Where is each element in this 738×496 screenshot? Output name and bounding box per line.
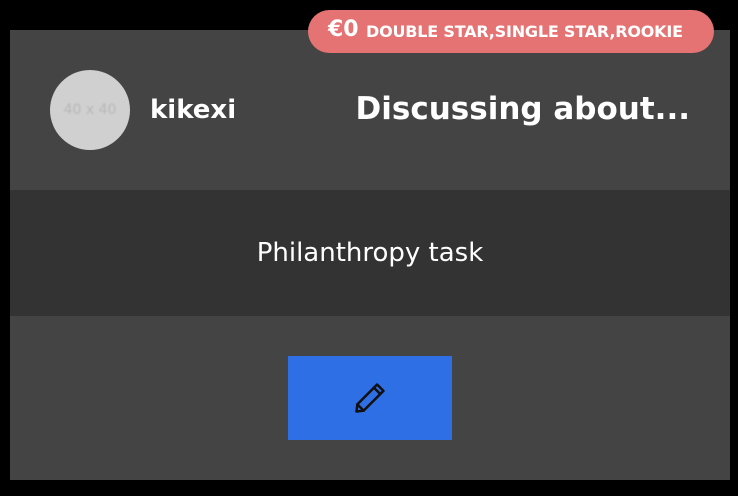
- task-band: Philanthropy task: [10, 190, 730, 316]
- task-name: Philanthropy task: [256, 238, 484, 268]
- reward-amount: €0: [328, 17, 359, 42]
- avatar-placeholder-text: 40 x 40: [63, 102, 117, 118]
- reward-badge: €0 DOUBLE STAR,SINGLE STAR,ROOKIE: [308, 10, 714, 53]
- edit-button[interactable]: [288, 356, 452, 440]
- reward-levels: DOUBLE STAR,SINGLE STAR,ROOKIE: [366, 22, 683, 41]
- avatar: 40 x 40: [50, 70, 130, 150]
- pencil-icon: [355, 383, 385, 413]
- username: kikexi: [150, 95, 237, 125]
- card-header: 40 x 40 kikexi Discussing about...: [10, 30, 730, 190]
- discussion-card: 40 x 40 kikexi Discussing about... Phila…: [10, 30, 730, 480]
- discussion-title: Discussing about...: [355, 91, 690, 127]
